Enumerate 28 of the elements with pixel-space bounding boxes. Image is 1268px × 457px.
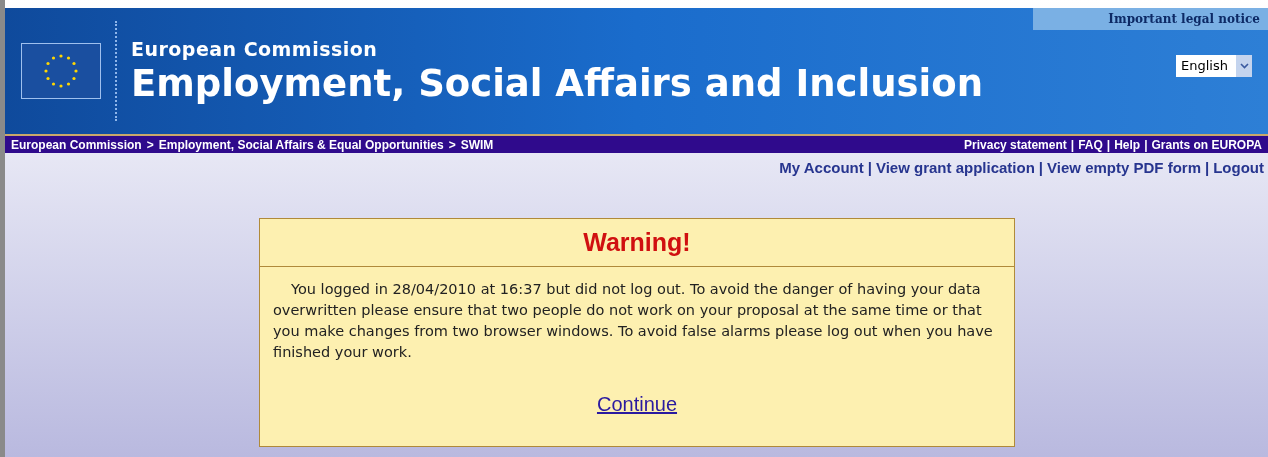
site-title: Employment, Social Affairs and Inclusion: [131, 65, 983, 102]
separator: |: [1204, 158, 1211, 178]
nav-link[interactable]: Help: [1114, 135, 1141, 154]
organization-name: European Commission: [131, 40, 379, 59]
nav-link[interactable]: Logout: [1213, 157, 1264, 180]
separator: |: [1143, 136, 1149, 154]
breadcrumb-link[interactable]: SWIM: [460, 135, 494, 154]
breadcrumb-separator: >: [448, 136, 456, 154]
nav-link[interactable]: View grant application: [875, 157, 1035, 180]
nav-link[interactable]: Privacy statement: [964, 135, 1067, 154]
separator: |: [866, 158, 873, 178]
nav-link[interactable]: FAQ: [1078, 135, 1103, 154]
language-select[interactable]: English: [1176, 55, 1252, 77]
breadcrumb-separator: >: [146, 136, 154, 154]
breadcrumb-link[interactable]: Employment, Social Affairs & Equal Opportunities: [158, 135, 444, 154]
nav-link[interactable]: My Account: [779, 157, 864, 180]
warning-title: Warning!: [260, 218, 1014, 267]
chevron-down-icon: [1239, 63, 1249, 69]
legal-notice-link[interactable]: Important legal notice: [1033, 8, 1268, 30]
warning-message: You logged in 28/04/2010 at 16:37 but did not log out. To avoid the danger of having your data overwritten please ensure that two people do not work on your proposal at the same time or that you make changes from two browser windows. To avoid false alarms please log out when you have finished your work.: [272, 280, 994, 362]
separator: |: [1037, 158, 1045, 178]
nav-link[interactable]: Grants on EUROPA: [1151, 135, 1262, 154]
continue-link[interactable]: Continue: [596, 389, 678, 419]
separator: |: [1069, 136, 1076, 154]
nav-link[interactable]: View empty PDF form: [1047, 157, 1201, 180]
breadcrumb-link[interactable]: European Commission: [11, 135, 142, 154]
separator: |: [1105, 136, 1112, 154]
eu-flag-icon: [21, 43, 101, 99]
